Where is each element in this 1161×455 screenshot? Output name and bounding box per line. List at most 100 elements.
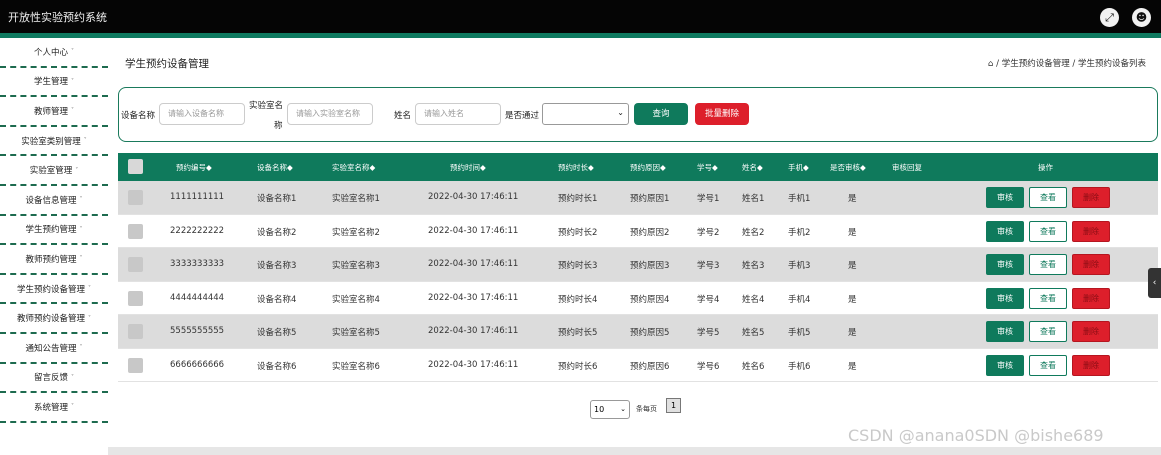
audit-button[interactable]: 审核: [986, 354, 1024, 376]
col-lab-name[interactable]: 实验室名称◆: [332, 162, 375, 173]
table-row: 6666666666 设备名称6 实验室名称6 2022-04-30 17:46…: [118, 348, 1158, 382]
cell-lab-name: 实验室名称3: [332, 261, 380, 271]
sidebar-item-label: 学生管理: [33, 77, 68, 88]
view-button[interactable]: 查看: [1029, 254, 1067, 275]
sidebar-item-feedback[interactable]: 留言反馈 ˅: [0, 364, 108, 394]
cell-booking-id: 2222222222: [170, 225, 225, 236]
query-button[interactable]: 查询: [634, 103, 688, 125]
view-button[interactable]: 查看: [1029, 354, 1067, 376]
table-row: 1111111111 设备名称1 实验室名称1 2022-04-30 17:46…: [118, 181, 1158, 215]
sidebar-item-student-device-booking[interactable]: 学生预约设备管理 ˅: [0, 275, 108, 305]
lab-name-input[interactable]: 请输入实验室名称: [287, 103, 373, 125]
audit-button[interactable]: 审核: [986, 187, 1024, 208]
view-button[interactable]: 查看: [1029, 321, 1067, 342]
table-row: 5555555555 设备名称5 实验室名称5 2022-04-30 17:46…: [118, 315, 1158, 349]
page-title: 学生预约设备管理: [125, 58, 209, 70]
chevron-down-icon: ˅: [79, 196, 83, 204]
delete-button[interactable]: 删除: [1072, 220, 1110, 242]
device-name-input[interactable]: 请输入设备名称: [159, 103, 245, 125]
cell-name: 姓名2: [742, 227, 765, 238]
sidebar-item-teachers[interactable]: 教师管理 ˅: [0, 97, 108, 127]
passed-select[interactable]: ⌄: [542, 103, 629, 125]
chevron-left-icon[interactable]: ‹: [1148, 268, 1161, 298]
view-button[interactable]: 查看: [1029, 287, 1067, 309]
sidebar-item-personal-center[interactable]: 个人中心 ˅: [0, 38, 108, 68]
cell-audited: 是: [848, 194, 857, 204]
row-checkbox[interactable]: [128, 223, 143, 239]
col-reason[interactable]: 预约原因◆: [630, 162, 666, 173]
table-row: 4444444444 设备名称4 实验室名称4 2022-04-30 17:46…: [118, 281, 1158, 315]
row-checkbox[interactable]: [128, 290, 143, 306]
sidebar-item-notices[interactable]: 通知公告管理 ˅: [0, 334, 108, 364]
sidebar-item-student-booking[interactable]: 学生预约管理 ˅: [0, 216, 108, 246]
sidebar-item-label: 设备信息管理: [25, 195, 77, 206]
col-device-name[interactable]: 设备名称◆: [257, 162, 293, 173]
chevron-down-icon: ⌄: [617, 108, 624, 117]
sidebar-item-devices[interactable]: 设备信息管理 ˅: [0, 186, 108, 216]
batch-delete-button[interactable]: 批量删除: [695, 103, 749, 125]
cell-duration: 预约时长5: [558, 328, 598, 338]
chevron-down-icon: ⌄: [620, 405, 626, 413]
sidebar-item-label: 实验室管理: [29, 166, 73, 177]
sidebar-item-teacher-device-booking[interactable]: 教师预约设备管理 ˅: [0, 304, 108, 334]
col-phone[interactable]: 手机◆: [788, 162, 809, 173]
cell-device-name: 设备名称5: [257, 328, 297, 338]
row-checkbox[interactable]: [128, 324, 143, 339]
view-button[interactable]: 查看: [1029, 187, 1067, 208]
cell-name: 姓名5: [742, 328, 765, 338]
col-duration[interactable]: 预约时长◆: [558, 162, 594, 173]
cell-duration: 预约时长1: [558, 194, 598, 204]
sidebar-item-label: 实验室类别管理: [21, 136, 81, 147]
col-booking-id[interactable]: 预约编号◆: [176, 162, 212, 173]
chevron-down-icon: ˅: [83, 137, 87, 145]
breadcrumb: ⌂ / 学生预约设备管理 / 学生预约设备列表: [988, 57, 1146, 69]
expand-icon[interactable]: ⤢: [1100, 8, 1119, 27]
cell-audited: 是: [848, 227, 857, 238]
delete-button[interactable]: 删除: [1072, 287, 1110, 309]
delete-button[interactable]: 删除: [1072, 321, 1110, 342]
col-name[interactable]: 姓名◆: [742, 162, 763, 173]
row-checkbox[interactable]: [128, 190, 143, 205]
sidebar-item-labs[interactable]: 实验室管理 ˅: [0, 156, 108, 186]
sidebar-item-lab-category[interactable]: 实验室类别管理 ˅: [0, 127, 108, 157]
sidebar-item-students[interactable]: 学生管理 ˅: [0, 68, 108, 98]
cell-booking-time: 2022-04-30 17:46:11: [428, 326, 519, 336]
sidebar-item-label: 系统管理: [33, 402, 68, 413]
horizontal-scrollbar[interactable]: [108, 447, 1161, 455]
cell-lab-name: 实验室名称6: [332, 361, 380, 372]
chevron-down-icon: ˅: [71, 373, 74, 381]
col-audited[interactable]: 是否审核◆: [830, 162, 866, 173]
delete-button[interactable]: 删除: [1072, 254, 1110, 275]
cell-lab-name: 实验室名称2: [332, 227, 380, 238]
view-button[interactable]: 查看: [1029, 220, 1067, 242]
audit-button[interactable]: 审核: [986, 254, 1024, 275]
sidebar-item-teacher-booking[interactable]: 教师预约管理 ˅: [0, 245, 108, 275]
home-icon[interactable]: ⌂: [988, 59, 993, 69]
row-checkbox[interactable]: [128, 357, 143, 373]
cell-name: 姓名1: [742, 194, 765, 204]
delete-button[interactable]: 删除: [1072, 187, 1110, 208]
cell-device-name: 设备名称3: [257, 261, 297, 271]
page-size-select[interactable]: 10 ⌄: [590, 400, 630, 419]
cell-booking-time: 2022-04-30 17:46:11: [428, 259, 519, 269]
audit-button[interactable]: 审核: [986, 321, 1024, 342]
col-student-no[interactable]: 学号◆: [697, 162, 718, 173]
breadcrumb-level-1[interactable]: 学生预约设备管理: [1002, 59, 1070, 69]
cell-student-no: 学号5: [697, 328, 720, 338]
audit-button[interactable]: 审核: [986, 287, 1024, 309]
lab-name-label: 实验室名: [249, 101, 284, 111]
col-booking-time[interactable]: 预约时间◆: [450, 162, 486, 173]
cell-booking-time: 2022-04-30 17:46:11: [428, 359, 519, 370]
per-page-label: 条每页: [636, 405, 657, 413]
select-all-checkbox[interactable]: [128, 159, 143, 174]
col-actions: 操作: [1038, 163, 1053, 172]
delete-button[interactable]: 删除: [1072, 354, 1110, 376]
row-checkbox[interactable]: [128, 257, 143, 272]
name-input[interactable]: 请输入姓名: [415, 103, 501, 125]
cell-device-name: 设备名称1: [257, 194, 297, 204]
sidebar-item-system[interactable]: 系统管理 ˅: [0, 393, 108, 423]
page-number-button[interactable]: 1: [666, 398, 681, 413]
audit-button[interactable]: 审核: [986, 220, 1024, 242]
watermark: CSDN @anana0SDN @bishe689: [848, 426, 1104, 445]
user-icon[interactable]: ☻: [1132, 8, 1151, 27]
